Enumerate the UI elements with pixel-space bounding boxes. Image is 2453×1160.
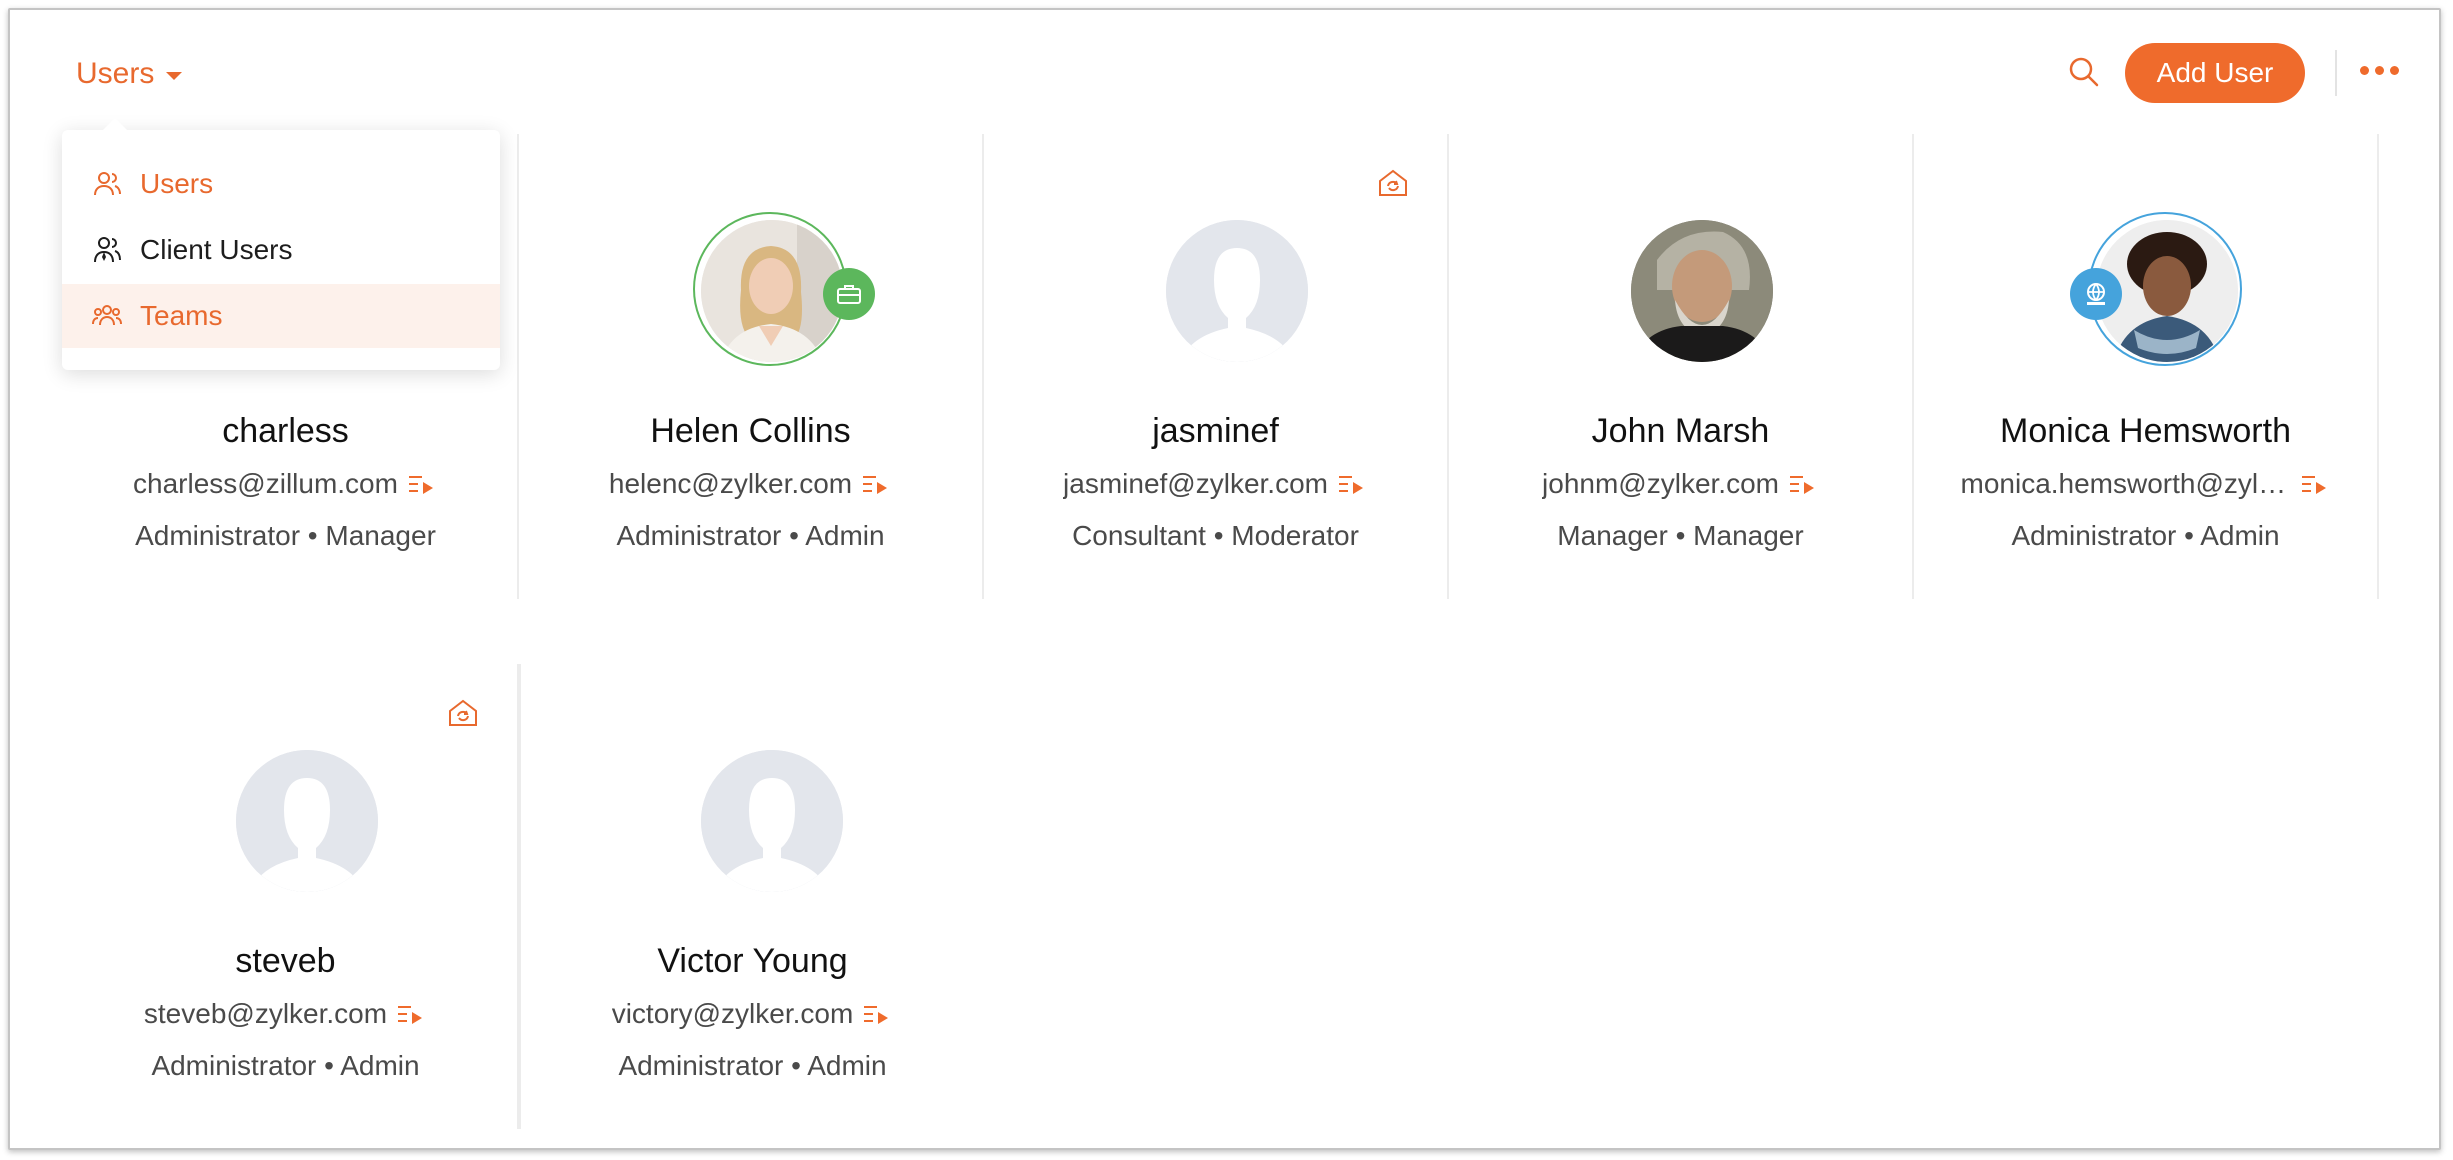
divider xyxy=(2335,50,2337,96)
user-email: steveb@zylker.com xyxy=(143,998,388,1029)
user-card[interactable]: jasminef jasminef@zylker.com Consultant … xyxy=(984,134,1449,599)
user-role: Consultant • Moderator xyxy=(1072,520,1359,551)
globe-icon xyxy=(2070,268,2122,320)
email-row: monica.hemsworth@zylk… xyxy=(1914,468,2377,500)
chevron-down-icon xyxy=(166,72,183,80)
user-type-selector[interactable]: Users xyxy=(76,52,183,96)
dropdown-item-label: Users xyxy=(140,168,214,199)
user-role: Manager • Manager xyxy=(1557,520,1804,551)
avatar xyxy=(2070,212,2242,366)
dropdown-item-teams[interactable]: Teams xyxy=(62,284,500,348)
page-title: Users xyxy=(76,57,155,90)
email-row: helenc@zylker.com xyxy=(519,468,982,500)
email-row: johnm@zylker.com xyxy=(1449,468,1912,500)
user-type-dropdown: Users Client Users Teams xyxy=(62,118,500,370)
user-name: John Marsh xyxy=(1591,412,1770,450)
assign-icon[interactable] xyxy=(863,1003,893,1025)
more-icon[interactable] xyxy=(2360,60,2404,80)
email-row: victory@zylker.com xyxy=(521,998,984,1030)
user-role: Administrator • Admin xyxy=(151,1050,420,1081)
avatar xyxy=(701,750,843,892)
assign-icon[interactable] xyxy=(408,473,438,495)
user-icon xyxy=(94,172,121,196)
user-role: Administrator • Admin xyxy=(2011,520,2280,551)
user-email: jasminef@zylker.com xyxy=(1063,468,1328,499)
user-email: victory@zylker.com xyxy=(611,998,854,1029)
user-card[interactable]: Victor Young victory@zylker.com Administ… xyxy=(519,664,984,1129)
user-email: monica.hemsworth@zylk… xyxy=(1960,468,2291,499)
user-name: steveb xyxy=(235,942,336,980)
user-name: charless xyxy=(222,412,349,450)
user-email: charless@zillum.com xyxy=(133,468,398,499)
user-name: Monica Hemsworth xyxy=(2000,412,2291,450)
home-sync-icon[interactable] xyxy=(446,696,480,730)
avatar xyxy=(693,212,875,366)
user-card[interactable]: John Marsh johnm@zylker.com Manager • Ma… xyxy=(1449,134,1914,599)
email-row: jasminef@zylker.com xyxy=(984,468,1447,500)
email-row: charless@zillum.com xyxy=(54,468,517,500)
teams-icon xyxy=(92,305,122,326)
search-icon[interactable] xyxy=(2066,54,2102,90)
user-role: Administrator • Manager xyxy=(135,520,436,551)
app-window: Users Add User Users Client Users Teams … xyxy=(8,8,2441,1150)
user-card[interactable]: steveb steveb@zylker.com Administrator •… xyxy=(54,664,519,1129)
user-name: jasminef xyxy=(1152,412,1279,450)
user-email: helenc@zylker.com xyxy=(608,468,853,499)
add-user-button[interactable]: Add User xyxy=(2125,43,2305,103)
home-sync-icon[interactable] xyxy=(1376,166,1410,200)
user-role: Administrator • Admin xyxy=(616,520,885,551)
dropdown-item-client-users[interactable]: Client Users xyxy=(62,218,500,282)
user-email: johnm@zylker.com xyxy=(1542,468,1779,499)
user-name: Helen Collins xyxy=(650,412,851,450)
dropdown-item-users[interactable]: Users xyxy=(62,152,500,216)
dropdown-item-label: Teams xyxy=(140,300,223,331)
avatar xyxy=(236,750,378,892)
user-name: Victor Young xyxy=(657,942,848,980)
briefcase-icon xyxy=(823,268,875,320)
assign-icon[interactable] xyxy=(1338,473,1368,495)
client-users-icon xyxy=(94,237,121,263)
email-row: steveb@zylker.com xyxy=(54,998,517,1030)
user-role: Administrator • Admin xyxy=(618,1050,887,1081)
dropdown-item-label: Client Users xyxy=(140,234,293,265)
user-card[interactable]: Monica Hemsworth monica.hemsworth@zylk… … xyxy=(1914,134,2379,599)
user-card[interactable]: Helen Collins helenc@zylker.com Administ… xyxy=(519,134,984,599)
assign-icon[interactable] xyxy=(862,473,892,495)
avatar xyxy=(1166,220,1308,362)
avatar xyxy=(1631,220,1773,362)
assign-icon[interactable] xyxy=(1789,473,1819,495)
assign-icon[interactable] xyxy=(397,1003,427,1025)
assign-icon[interactable] xyxy=(2301,473,2331,495)
